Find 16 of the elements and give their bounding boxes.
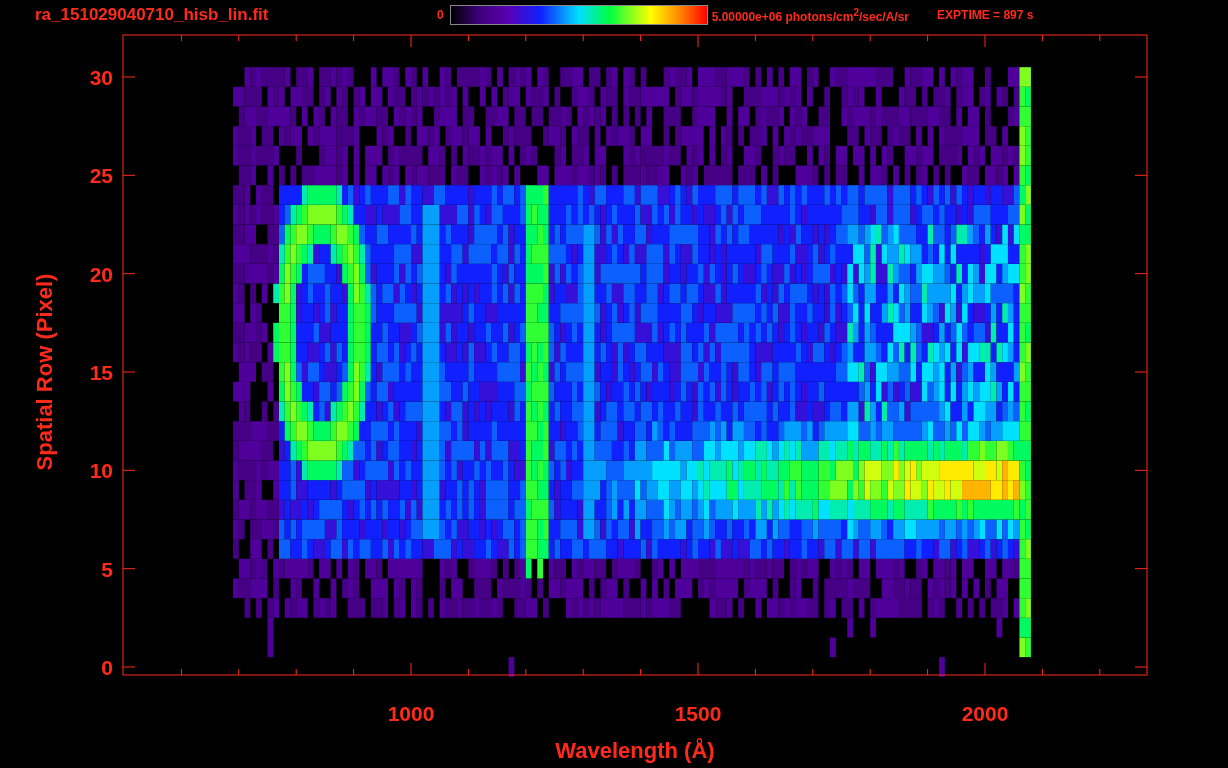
x-tick-label: 1500 <box>674 702 722 725</box>
x-tick-label: 2000 <box>961 702 1009 725</box>
y-tick-label: 25 <box>89 164 113 188</box>
file-name: ra_151029040710_hisb_lin.fit <box>35 5 270 25</box>
y-tick-label: 30 <box>89 66 113 89</box>
y-tick-label: 0 <box>101 656 113 679</box>
x-tick-label: 1000 <box>387 702 435 725</box>
y-tick-label: 20 <box>89 262 113 286</box>
exposure-time: EXPTIME = 897 s <box>937 8 1034 22</box>
colorbar-max-label: 5.00000e+06 photons/cm$^{2}$/sec/A/sr <box>711 6 910 24</box>
x-axis-label: Wavelength (Å) <box>555 738 715 763</box>
y-tick-label: 10 <box>89 459 113 483</box>
y-axis-label: Spatial Row (Pixel) <box>32 273 57 471</box>
y-tick-label: 15 <box>89 361 113 384</box>
colorbar-min-label: 0 <box>437 8 444 22</box>
y-tick-label: 5 <box>101 557 113 581</box>
